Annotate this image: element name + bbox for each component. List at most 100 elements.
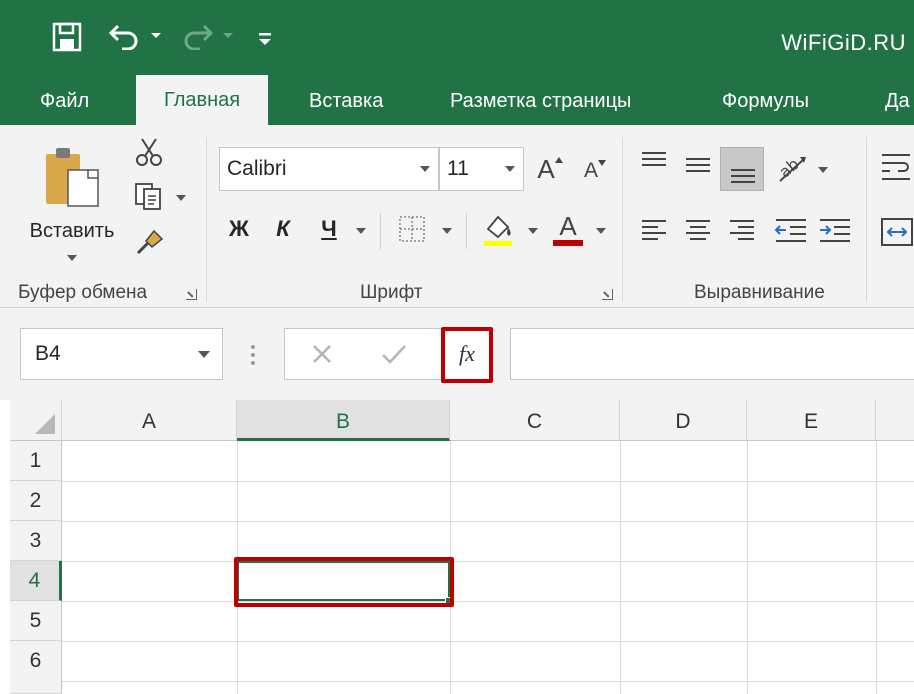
tab-home[interactable]: Главная xyxy=(136,75,269,125)
paste-button[interactable]: Вставить xyxy=(22,137,122,267)
clipboard-group-label: Буфер обмена xyxy=(18,282,148,303)
column-header-d[interactable]: D xyxy=(620,400,747,441)
select-all-icon xyxy=(35,414,55,434)
redo-icon[interactable] xyxy=(180,22,214,50)
grid-line xyxy=(62,681,914,682)
column-header-c[interactable]: C xyxy=(450,400,620,441)
more-options-icon[interactable] xyxy=(250,344,256,366)
cut-icon[interactable] xyxy=(134,137,164,167)
cancel-icon[interactable] xyxy=(311,343,333,365)
align-right-icon[interactable] xyxy=(728,219,756,243)
alignment-group-label: Выравнивание xyxy=(694,282,825,303)
bold-button[interactable]: Ж xyxy=(222,210,256,248)
borders-dropdown-icon[interactable] xyxy=(442,228,452,234)
copy-icon[interactable] xyxy=(133,181,163,211)
svg-text:ab: ab xyxy=(776,154,803,181)
decrease-indent-icon[interactable] xyxy=(774,217,808,245)
row-header-5[interactable]: 5 xyxy=(10,601,62,641)
name-box-value: B4 xyxy=(35,342,61,365)
borders-icon[interactable] xyxy=(398,215,426,243)
tab-page-layout[interactable]: Разметка страницы xyxy=(450,78,631,125)
align-center-icon[interactable] xyxy=(684,219,712,243)
row-header-2[interactable]: 2 xyxy=(10,481,62,521)
increase-indent-icon[interactable] xyxy=(818,217,852,245)
arrow-down-icon xyxy=(598,160,606,166)
column-header-e[interactable]: E xyxy=(747,400,876,441)
name-box[interactable]: B4 xyxy=(20,328,223,380)
chevron-down-icon xyxy=(505,166,515,172)
tab-formulas[interactable]: Формулы xyxy=(722,78,809,125)
italic-label: К xyxy=(276,216,290,241)
underline-button[interactable]: Ч xyxy=(312,210,346,248)
grid-line xyxy=(62,481,914,482)
group-separator xyxy=(866,137,867,302)
orientation-icon[interactable]: ab xyxy=(776,151,810,185)
ribbon-tabs: Файл Главная Вставка Разметка страницы Ф… xyxy=(0,75,914,125)
fill-color-icon[interactable] xyxy=(482,211,516,247)
font-color-dropdown-icon[interactable] xyxy=(596,228,606,234)
tab-file[interactable]: Файл xyxy=(40,78,89,125)
wrap-text-icon[interactable] xyxy=(880,151,914,181)
paste-label: Вставить xyxy=(29,219,115,242)
undo-dropdown-icon[interactable] xyxy=(150,32,162,40)
row-header-4[interactable]: 4 xyxy=(10,561,62,601)
row-header-1[interactable]: 1 xyxy=(10,441,62,481)
shrink-font-label: A xyxy=(583,159,598,182)
align-middle-icon[interactable] xyxy=(684,155,712,177)
row-header-6[interactable]: 6 xyxy=(10,641,62,694)
column-header-f[interactable] xyxy=(876,400,914,441)
undo-icon[interactable] xyxy=(108,22,142,50)
orientation-dropdown-icon[interactable] xyxy=(818,167,828,173)
fx-highlight-box xyxy=(441,327,493,383)
align-bottom-icon xyxy=(731,169,755,183)
group-separator xyxy=(206,137,207,302)
font-color-button[interactable]: A xyxy=(550,209,586,249)
font-name-combo[interactable]: Calibri xyxy=(219,147,439,191)
grow-font-label: A xyxy=(537,153,555,184)
select-all-corner[interactable] xyxy=(10,400,62,441)
formula-input[interactable] xyxy=(510,328,914,380)
grid-line xyxy=(747,441,748,694)
redo-dropdown-icon[interactable] xyxy=(222,32,234,40)
save-icon[interactable] xyxy=(52,22,82,52)
fill-color-dropdown-icon[interactable] xyxy=(528,228,538,234)
align-top-icon[interactable] xyxy=(640,151,668,173)
column-header-a[interactable]: A xyxy=(62,400,237,441)
row-header-3[interactable]: 3 xyxy=(10,521,62,561)
grid-line xyxy=(620,441,621,694)
chevron-down-icon xyxy=(198,351,210,358)
merge-center-icon[interactable] xyxy=(880,217,914,247)
grid-line xyxy=(62,561,914,562)
enter-icon[interactable] xyxy=(381,343,407,365)
font-size-combo[interactable]: 11 xyxy=(439,147,524,191)
chevron-down-icon xyxy=(67,254,77,261)
column-header-b[interactable]: B xyxy=(237,400,450,441)
grid-line xyxy=(62,601,914,602)
tab-data[interactable]: Да xyxy=(885,78,910,125)
grid-line xyxy=(62,641,914,642)
clipboard-icon xyxy=(46,147,99,207)
clipboard-launcher-icon[interactable] xyxy=(186,289,197,300)
brand-text: WiFiGiD.RU xyxy=(781,30,906,55)
italic-button[interactable]: К xyxy=(266,210,300,248)
underline-dropdown-icon[interactable] xyxy=(356,228,366,234)
customize-toolbar-icon[interactable] xyxy=(258,32,272,46)
font-color-label: A xyxy=(559,211,577,241)
divider xyxy=(466,213,467,249)
font-group-label: Шрифт xyxy=(360,282,423,303)
grow-font-button[interactable]: A xyxy=(534,149,566,189)
underline-label: Ч xyxy=(321,216,337,241)
font-color-bar xyxy=(553,240,583,246)
tab-insert[interactable]: Вставка xyxy=(309,78,383,125)
bold-label: Ж xyxy=(229,216,249,241)
align-bottom-button[interactable] xyxy=(720,147,764,191)
grid-line xyxy=(62,521,914,522)
shrink-font-button[interactable]: A xyxy=(580,153,610,189)
align-left-icon[interactable] xyxy=(640,219,668,243)
ribbon: Вставить Буфер обмена Calibri 11 A A Ж К xyxy=(0,125,914,308)
grid-line xyxy=(876,441,877,694)
copy-dropdown-icon[interactable] xyxy=(176,195,186,201)
arrow-up-icon xyxy=(554,157,563,163)
font-launcher-icon[interactable] xyxy=(602,289,613,300)
format-painter-icon[interactable] xyxy=(134,227,164,257)
